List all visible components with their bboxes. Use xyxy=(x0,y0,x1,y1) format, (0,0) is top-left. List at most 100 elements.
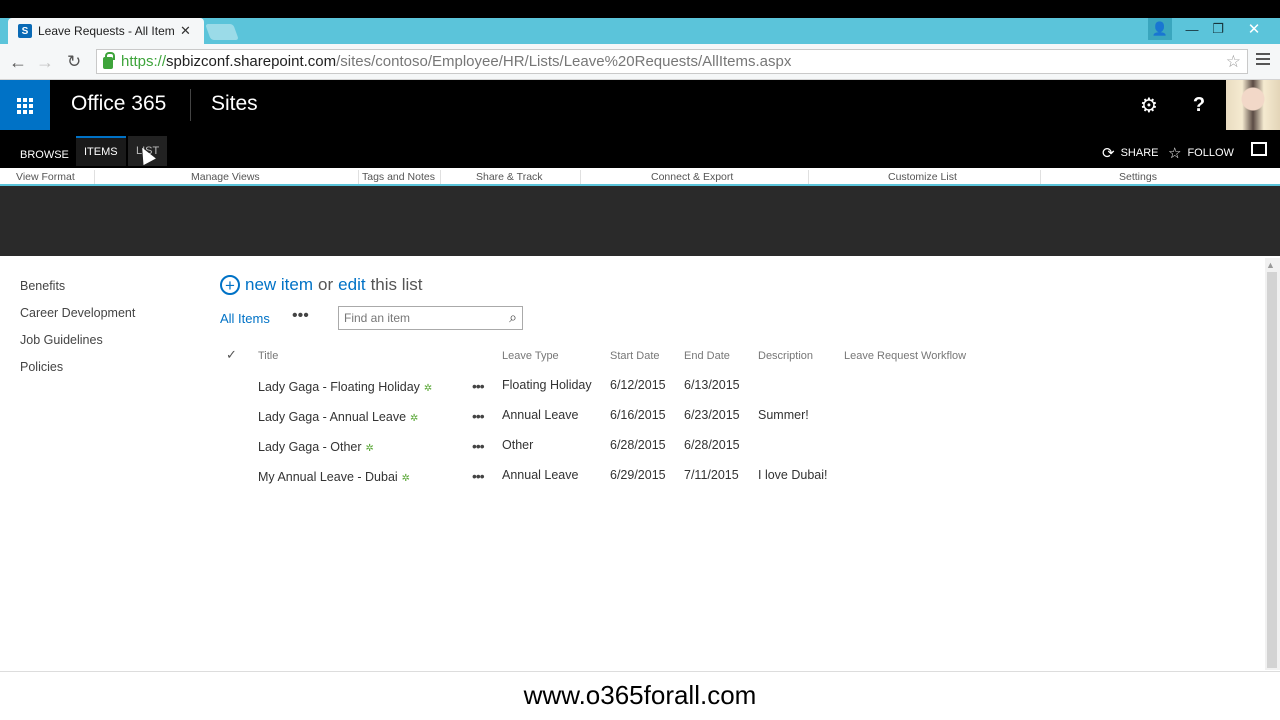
group-separator xyxy=(440,170,441,184)
share-label: SHARE xyxy=(1120,147,1159,159)
group-separator xyxy=(94,170,95,184)
share-icon: ⟳ xyxy=(1102,145,1115,162)
row-leave-type: Other xyxy=(502,438,534,452)
nav-item-career-development[interactable]: Career Development xyxy=(20,305,135,332)
new-item-link[interactable]: new item xyxy=(245,275,313,295)
row-leave-type: Annual Leave xyxy=(502,468,579,482)
column-header-start-date[interactable]: Start Date xyxy=(610,350,660,362)
group-tags-notes: Tags and Notes xyxy=(362,171,435,183)
screen-top-bar xyxy=(0,0,1280,18)
scroll-up-arrow-icon[interactable]: ▲ xyxy=(1266,260,1275,270)
column-header-workflow[interactable]: Leave Request Workflow xyxy=(844,350,966,362)
group-manage-views: Manage Views xyxy=(191,171,260,183)
more-views-button[interactable]: ••• xyxy=(292,307,309,325)
gear-icon[interactable]: ⚙ xyxy=(1124,80,1174,130)
this-list-text: this list xyxy=(370,275,423,294)
url-path: /sites/contoso/Employee/HR/Lists/Leave%2… xyxy=(336,53,792,70)
follow-button[interactable]: ☆ FOLLOW xyxy=(1168,144,1234,162)
group-view-format: View Format xyxy=(16,171,75,183)
row-more-button[interactable]: ••• xyxy=(472,378,485,394)
share-button[interactable]: ⟳ SHARE xyxy=(1102,144,1158,162)
address-bar[interactable]: https:// spbizconf.sharepoint.com /sites… xyxy=(96,49,1248,74)
table-row-title[interactable]: My Annual Leave - Dubai ✲ xyxy=(258,470,410,484)
edit-link[interactable]: edit xyxy=(338,275,365,295)
lock-icon xyxy=(103,51,115,69)
forward-arrow-icon[interactable]: → xyxy=(36,52,54,73)
row-title-link[interactable]: My Annual Leave - Dubai xyxy=(258,470,398,484)
row-end-date: 6/28/2015 xyxy=(684,438,740,452)
restore-button[interactable]: ❐ xyxy=(1206,18,1230,40)
search-input[interactable]: Find an item ⌕ xyxy=(338,306,523,330)
nav-item-policies[interactable]: Policies xyxy=(20,359,135,386)
new-badge-icon: ✲ xyxy=(365,443,374,454)
row-start-date: 6/12/2015 xyxy=(610,378,666,392)
group-share-track: Share & Track xyxy=(476,171,543,183)
group-separator xyxy=(580,170,581,184)
group-customize-list: Customize List xyxy=(888,171,957,183)
sharepoint-favicon-icon: S xyxy=(18,24,32,38)
row-title-link[interactable]: Lady Gaga - Annual Leave xyxy=(258,410,406,424)
row-title-link[interactable]: Lady Gaga - Other xyxy=(258,440,362,454)
footer-divider xyxy=(0,671,1280,672)
table-row-title[interactable]: Lady Gaga - Floating Holiday ✲ xyxy=(258,380,432,394)
row-start-date: 6/16/2015 xyxy=(610,408,666,422)
row-more-button[interactable]: ••• xyxy=(472,408,485,424)
row-more-button[interactable]: ••• xyxy=(472,438,485,454)
row-more-button[interactable]: ••• xyxy=(472,468,485,484)
browser-tab-strip: S Leave Requests - All Items ✕ 👤 — ❐ ✕ xyxy=(0,18,1280,44)
group-connect-export: Connect & Export xyxy=(651,171,734,183)
avatar[interactable] xyxy=(1226,80,1280,130)
group-separator xyxy=(358,170,359,184)
tab-close-icon[interactable]: ✕ xyxy=(180,23,191,39)
sites-link[interactable]: Sites xyxy=(211,92,258,116)
row-description: Summer! xyxy=(758,408,809,422)
tab-items[interactable]: ITEMS xyxy=(76,136,126,166)
table-row-title[interactable]: Lady Gaga - Other ✲ xyxy=(258,440,374,454)
search-placeholder: Find an item xyxy=(344,311,411,325)
column-header-description[interactable]: Description xyxy=(758,350,813,362)
back-arrow-icon[interactable]: ← xyxy=(9,52,27,73)
view-all-items[interactable]: All Items xyxy=(220,311,270,326)
app-launcher-icon[interactable] xyxy=(0,80,50,130)
new-badge-icon: ✲ xyxy=(410,413,419,424)
browser-tab[interactable]: S Leave Requests - All Items ✕ xyxy=(8,18,204,44)
bookmark-star-icon[interactable]: ☆ xyxy=(1226,52,1241,72)
reload-icon[interactable]: ↻ xyxy=(67,52,81,72)
row-end-date: 6/23/2015 xyxy=(684,408,740,422)
hamburger-menu-icon[interactable] xyxy=(1256,53,1270,68)
group-separator xyxy=(1040,170,1041,184)
star-icon: ☆ xyxy=(1168,145,1182,162)
add-icon[interactable]: + xyxy=(220,275,240,295)
row-start-date: 6/29/2015 xyxy=(610,468,666,482)
office365-brand[interactable]: Office 365 xyxy=(71,92,166,116)
address-toolbar: ← → ↻ https:// spbizconf.sharepoint.com … xyxy=(0,44,1280,80)
watermark-text: www.o365forall.com xyxy=(523,680,757,710)
or-text: or xyxy=(318,275,334,294)
nav-item-job-guidelines[interactable]: Job Guidelines xyxy=(20,332,135,359)
new-tab-button[interactable] xyxy=(205,24,239,40)
ribbon-group-labels: View Format Manage Views Tags and Notes … xyxy=(0,168,1280,186)
row-title-link[interactable]: Lady Gaga - Floating Holiday xyxy=(258,380,420,394)
minimize-button[interactable]: — xyxy=(1180,18,1204,40)
tab-browse[interactable]: BROWSE xyxy=(12,144,77,166)
office365-suite-bar: Office 365 Sites ⚙ ? xyxy=(0,80,1280,130)
column-header-end-date[interactable]: End Date xyxy=(684,350,730,362)
table-row-title[interactable]: Lady Gaga - Annual Leave ✲ xyxy=(258,410,418,424)
scrollbar-thumb[interactable] xyxy=(1267,272,1277,668)
quick-launch: Benefits Career Development Job Guidelin… xyxy=(20,278,135,386)
user-profile-icon[interactable]: 👤 xyxy=(1148,18,1172,40)
nav-item-benefits[interactable]: Benefits xyxy=(20,278,135,305)
row-end-date: 6/13/2015 xyxy=(684,378,740,392)
url-scheme: https:// xyxy=(121,53,167,70)
column-header-leave-type[interactable]: Leave Type xyxy=(502,350,559,362)
row-leave-type: Floating Holiday xyxy=(502,378,592,392)
close-window-button[interactable]: ✕ xyxy=(1232,18,1276,40)
suite-divider xyxy=(190,89,191,121)
column-header-title[interactable]: Title xyxy=(258,350,278,362)
help-icon[interactable]: ? xyxy=(1174,80,1224,130)
focus-on-content-icon[interactable] xyxy=(1251,142,1267,156)
search-icon[interactable]: ⌕ xyxy=(509,309,517,326)
ribbon-content-area xyxy=(0,186,1280,256)
select-all-checkmark-icon[interactable]: ✓ xyxy=(226,347,237,363)
row-end-date: 7/11/2015 xyxy=(684,468,739,482)
